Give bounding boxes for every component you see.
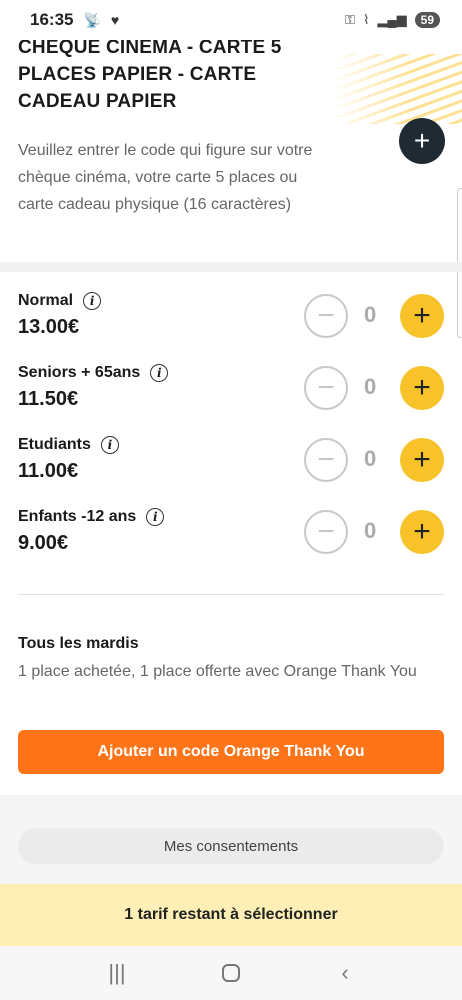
remaining-rate-banner[interactable]: 1 tarif restant à sélectionner [0,884,462,946]
status-left: 16:35 📡 ♥ [30,10,119,30]
promo-description: 1 place achetée, 1 place offerte avec Or… [18,663,417,680]
system-nav-bar: ||| ‹ [0,946,462,1000]
recent-apps-button[interactable]: ||| [97,953,137,993]
increment-button[interactable]: + [400,294,444,338]
rate-name: Etudiants i [18,436,119,454]
status-time: 16:35 [30,10,74,29]
info-icon[interactable]: i [150,364,169,382]
home-button[interactable] [211,953,251,993]
rate-price: 9.00€ [18,532,69,554]
section-divider [0,262,462,272]
info-icon[interactable]: i [100,436,119,454]
status-bar: 16:35 📡 ♥ ⚿ ⌇ ▂▄▆ 59 [0,0,462,40]
rate-price: 13.00€ [18,316,80,338]
rate-name: Seniors + 65ans i [18,364,169,382]
rate-price: 11.00€ [18,460,79,482]
back-button[interactable]: ‹ [325,953,365,993]
rate-row-seniors: Seniors + 65ans i 11.50€ − 0 + [18,364,446,424]
rate-row-normal: Normal i 13.00€ − 0 + [18,292,446,352]
rate-row-enfants: Enfants -12 ans i 9.00€ − 0 + [18,508,446,568]
decrement-button[interactable]: − [304,510,348,554]
wifi-icon: ⌇ [363,12,370,27]
signal-icon: ▂▄▆ [377,12,407,27]
divider-line [18,594,444,595]
rate-label: Seniors + 65ans [18,364,141,381]
info-icon[interactable]: i [83,292,102,310]
info-icon[interactable]: i [146,508,165,526]
quantity-value: 0 [364,446,377,471]
add-orange-code-button[interactable]: Ajouter un code Orange Thank You [18,730,444,774]
promo-title: Tous les mardis [18,635,139,652]
quantity-value: 0 [364,302,377,327]
quantity-value: 0 [364,518,377,543]
decrement-button[interactable]: − [304,366,348,410]
battery-indicator: 59 [414,12,440,28]
rate-row-etudiants: Etudiants i 11.00€ − 0 + [18,436,446,496]
rate-name: Normal i [18,292,102,310]
card-title: CHÈQUE CINÉMA - CARTE 5 PLACES PAPIER - … [18,37,282,112]
rate-label: Enfants -12 ans [18,508,137,525]
rate-label: Etudiants [18,436,91,453]
key-icon: ⚿ [345,12,356,27]
increment-button[interactable]: + [400,438,444,482]
add-code-button[interactable]: + [399,118,445,164]
rate-name: Enfants -12 ans i [18,508,165,526]
consent-button[interactable]: Mes consentements [18,828,444,864]
card-instructions: Veuillez entrer le code qui figure sur v… [18,142,313,213]
decorative-stripes [332,54,462,124]
increment-button[interactable]: + [400,366,444,410]
rate-price: 11.50€ [18,388,79,410]
quantity-value: 0 [364,374,377,399]
decrement-button[interactable]: − [304,438,348,482]
status-right: ⚿ ⌇ ▂▄▆ 59 [345,12,440,28]
heart-signal-icon: ♥ [110,12,120,28]
home-icon [222,964,240,982]
rate-label: Normal [18,292,74,309]
antenna-icon: 📡 [83,11,101,28]
decrement-button[interactable]: − [304,294,348,338]
increment-button[interactable]: + [400,510,444,554]
